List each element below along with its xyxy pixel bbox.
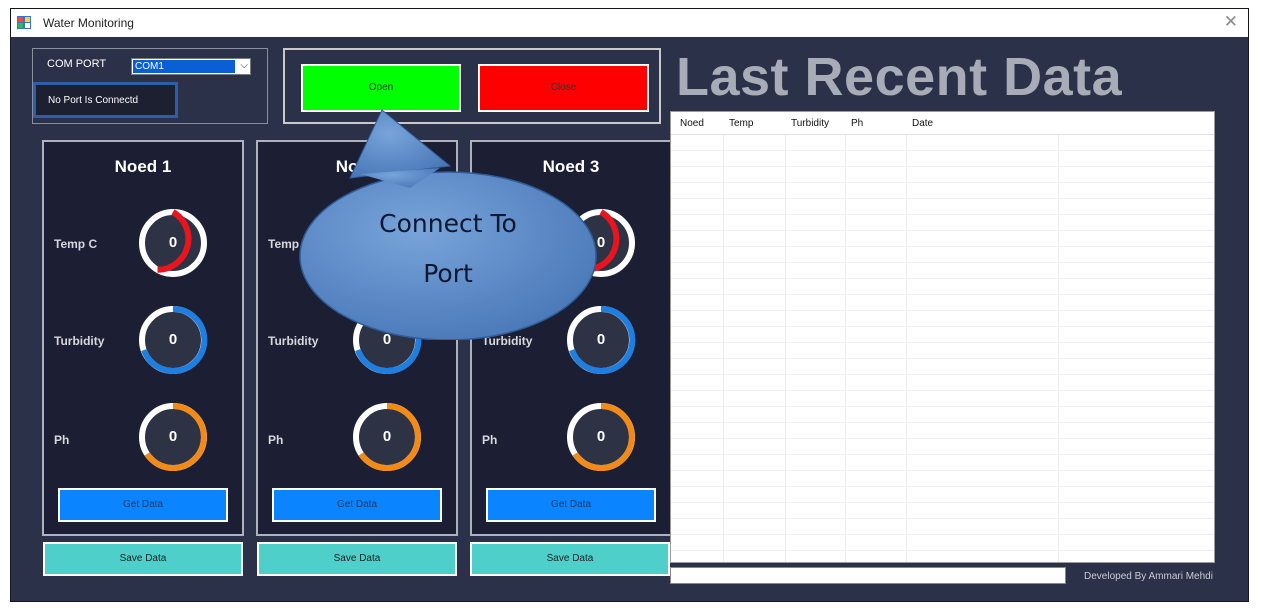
table-row xyxy=(671,262,1214,263)
table-row xyxy=(671,342,1214,343)
table-row xyxy=(671,310,1214,311)
ph-value: 0 xyxy=(382,428,392,445)
column-header[interactable]: Temp xyxy=(729,118,753,129)
table-row xyxy=(671,422,1214,423)
ph-gauge: 0 xyxy=(348,398,426,476)
table-row xyxy=(671,198,1214,199)
app-icon xyxy=(17,16,31,29)
table-row xyxy=(671,294,1214,295)
table-row xyxy=(671,214,1214,215)
column-header[interactable]: Date xyxy=(912,118,933,129)
save-data-button[interactable]: Save Data xyxy=(43,542,243,576)
chevron-down-icon[interactable]: ⌵ xyxy=(240,60,248,71)
node-panel-3: Noed 3 0 Turbidity 0 Ph 0 Get Data xyxy=(470,140,672,536)
table-row xyxy=(671,454,1214,455)
ph-label: Ph xyxy=(482,433,498,447)
table-row xyxy=(671,374,1214,375)
table-row xyxy=(671,230,1214,231)
com-port-select[interactable]: COM1 ⌵ xyxy=(131,58,251,75)
table-row xyxy=(671,278,1214,279)
turbidity-gauge: 0 xyxy=(134,301,212,379)
title-bar: Water Monitoring ✕ xyxy=(11,9,1248,37)
table-row xyxy=(671,326,1214,327)
node-title: Noed xyxy=(335,157,379,176)
temp-label: Temp C xyxy=(54,237,98,251)
last-recent-data-title: Last Recent Data xyxy=(676,47,1123,107)
turbidity-value: 0 xyxy=(596,331,606,348)
table-row xyxy=(671,166,1214,167)
turbidity-label: Turbidity xyxy=(54,334,105,348)
temp-gauge: 0 xyxy=(348,204,426,282)
get-data-button[interactable]: Get Data xyxy=(486,488,656,522)
turbidity-gauge: 0 xyxy=(562,301,640,379)
com-port-label: COM PORT xyxy=(47,58,107,70)
node-panel-1: Noed 1 Temp C 0 Turbidity 0 Ph 0 Get Dat… xyxy=(42,140,244,536)
turbidity-value: 0 xyxy=(168,331,178,348)
table-row xyxy=(671,534,1214,535)
ph-label: Ph xyxy=(268,433,284,447)
save-data-button[interactable]: Save Data xyxy=(470,542,670,576)
table-row xyxy=(671,150,1214,151)
port-status-text: No Port Is Connectd xyxy=(48,95,139,106)
table-row xyxy=(671,470,1214,471)
close-button[interactable]: Close xyxy=(478,64,649,112)
temp-gauge: 0 xyxy=(134,204,212,282)
table-row xyxy=(671,358,1214,359)
turbidity-label: Turbidity xyxy=(482,334,533,348)
developer-credit: Developed By Ammari Mehdi xyxy=(1084,571,1213,582)
ph-gauge: 0 xyxy=(562,398,640,476)
column-header[interactable]: Noed xyxy=(680,118,704,129)
open-button[interactable]: Open xyxy=(301,64,461,112)
ph-value: 0 xyxy=(168,428,178,445)
table-row xyxy=(671,502,1214,503)
table-row xyxy=(671,182,1214,183)
com-port-group: COM PORT COM1 ⌵ No Port Is Connectd xyxy=(32,48,268,124)
temp-gauge: 0 xyxy=(562,204,640,282)
window-title: Water Monitoring xyxy=(43,16,134,30)
turbidity-gauge: 0 xyxy=(348,301,426,379)
temp-value: 0 xyxy=(596,234,606,251)
temp-value: 0 xyxy=(168,234,178,251)
temp-value: 0 xyxy=(382,234,392,251)
turbidity-value: 0 xyxy=(382,331,392,348)
node-title: Noed 3 xyxy=(542,157,600,176)
close-window-icon[interactable]: ✕ xyxy=(1224,12,1238,32)
table-row xyxy=(671,518,1214,519)
node-title: Noed 1 xyxy=(114,157,172,176)
save-data-button[interactable]: Save Data xyxy=(257,542,457,576)
connection-buttons-group: Open Close xyxy=(283,48,661,124)
column-header[interactable]: Turbidity xyxy=(791,118,829,129)
table-row xyxy=(671,246,1214,247)
ph-gauge: 0 xyxy=(134,398,212,476)
ph-label: Ph xyxy=(54,433,70,447)
get-data-button[interactable]: Get Data xyxy=(272,488,442,522)
column-header[interactable]: Ph xyxy=(851,118,863,129)
com-port-selected-value: COM1 xyxy=(133,60,235,73)
table-row xyxy=(671,406,1214,407)
table-row xyxy=(671,390,1214,391)
table-header: Noed Temp Turbidity Ph Date xyxy=(671,112,1214,135)
status-strip xyxy=(670,567,1066,584)
table-row xyxy=(671,438,1214,439)
turbidity-label: Turbidity xyxy=(268,334,319,348)
get-data-button[interactable]: Get Data xyxy=(58,488,228,522)
table-row xyxy=(671,486,1214,487)
node-panel-2: Noed Temp 0 Turbidity 0 Ph 0 Get Data xyxy=(256,140,458,536)
recent-data-table[interactable]: Noed Temp Turbidity Ph Date xyxy=(670,111,1215,563)
table-row xyxy=(671,550,1214,551)
temp-label: Temp xyxy=(268,237,300,251)
ph-value: 0 xyxy=(596,428,606,445)
port-status-box: No Port Is Connectd xyxy=(33,82,178,118)
